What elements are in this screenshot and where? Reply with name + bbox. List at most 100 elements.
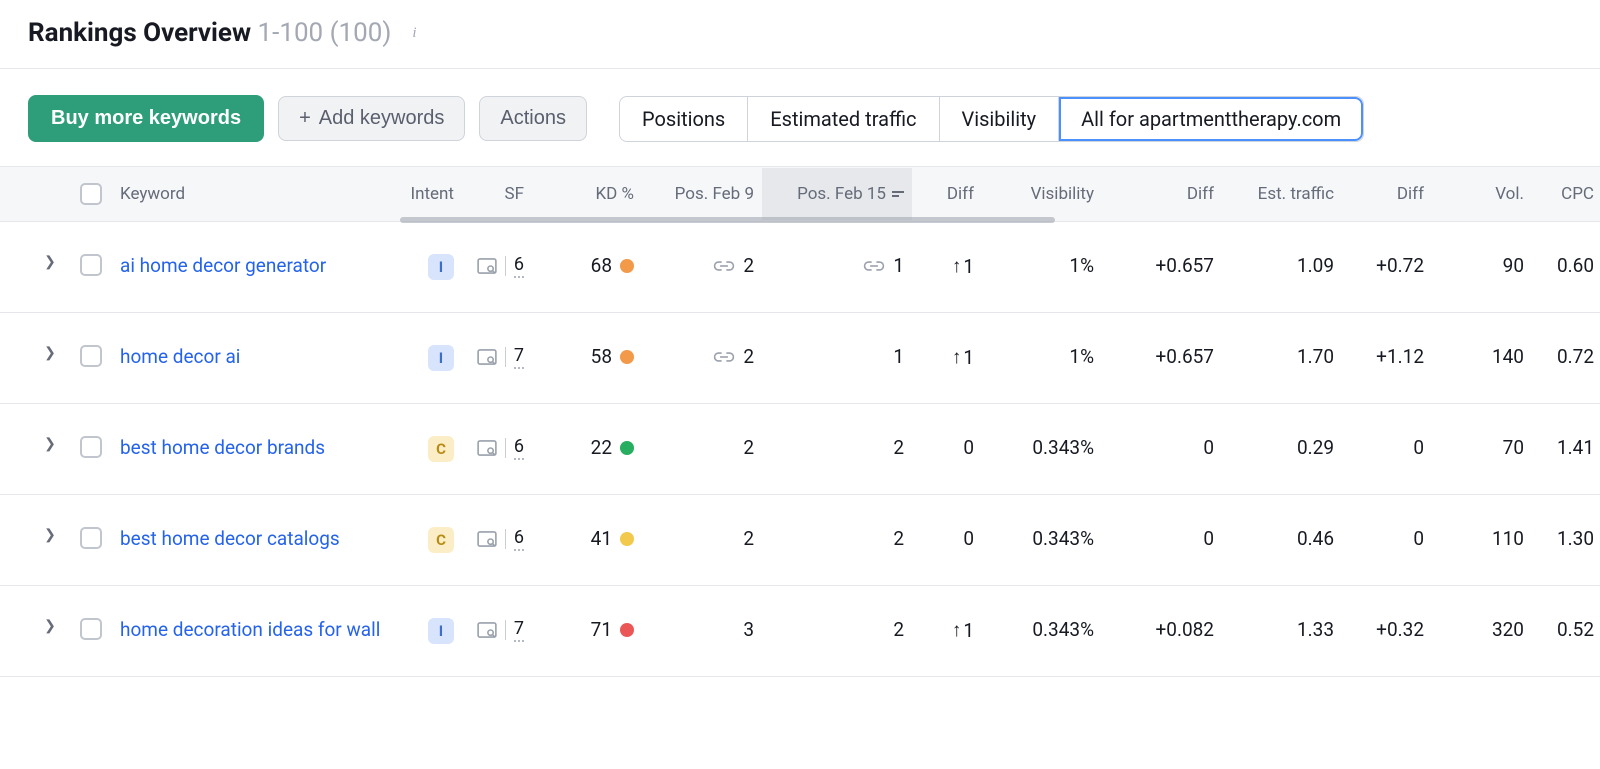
kd-dot-icon — [620, 350, 634, 364]
diff-traf-cell: +0.72 — [1342, 254, 1432, 277]
visibility-cell: 0.343% — [982, 527, 1102, 550]
expand-row-chevron[interactable]: ❯ — [28, 618, 72, 634]
diff-pos-cell: 1 — [912, 254, 982, 278]
serp-features-cell[interactable]: 6 — [462, 254, 532, 278]
pos-prev-cell: 2 — [642, 527, 762, 550]
keyword-link[interactable]: best home decor catalogs — [120, 527, 340, 550]
page-title: Rankings Overview 1-100 (100) — [28, 18, 391, 48]
tab-estimated-traffic[interactable]: Estimated traffic — [748, 97, 939, 141]
vol-cell: 140 — [1432, 345, 1532, 368]
link-icon — [713, 259, 735, 273]
tab-visibility[interactable]: Visibility — [940, 97, 1060, 141]
visibility-cell: 0.343% — [982, 436, 1102, 459]
info-icon[interactable]: i — [405, 24, 423, 42]
keyword-link[interactable]: ai home decor generator — [120, 254, 326, 277]
col-vol[interactable]: Vol. — [1432, 184, 1532, 204]
cpc-cell: 0.72 — [1532, 345, 1600, 368]
keyword-link[interactable]: best home decor brands — [120, 436, 325, 459]
row-checkbox[interactable] — [80, 436, 102, 458]
serp-features-cell[interactable]: 7 — [462, 618, 532, 642]
col-kd[interactable]: KD % — [532, 184, 642, 204]
intent-badge: I — [428, 618, 454, 644]
serp-features-icon — [477, 531, 497, 547]
kd-cell: 22 — [532, 436, 642, 459]
col-est-traffic[interactable]: Est. traffic — [1222, 184, 1342, 204]
row-checkbox[interactable] — [80, 345, 102, 367]
actions-button[interactable]: Actions — [479, 96, 587, 141]
col-pos-prev[interactable]: Pos. Feb 9 — [642, 184, 762, 204]
visibility-cell: 1% — [982, 345, 1102, 368]
serp-features-cell[interactable]: 6 — [462, 527, 532, 551]
col-diff-traf[interactable]: Diff — [1342, 184, 1432, 204]
visibility-cell: 0.343% — [982, 618, 1102, 641]
diff-pos-cell: 1 — [912, 618, 982, 642]
table-row: ❯best home decor catalogsC6412200.343%00… — [0, 495, 1600, 586]
serp-features-cell[interactable]: 7 — [462, 345, 532, 369]
pos-prev-cell: 2 — [642, 436, 762, 459]
diff-traf-cell: 0 — [1342, 527, 1432, 550]
link-icon — [863, 259, 885, 273]
serp-features-icon — [477, 622, 497, 638]
table-row: ❯home decoration ideas for wallI7713210.… — [0, 586, 1600, 677]
est-traffic-cell: 1.33 — [1222, 618, 1342, 641]
title-range: 1-100 (100) — [258, 18, 392, 48]
row-checkbox[interactable] — [80, 618, 102, 640]
diff-vis-cell: 0 — [1102, 436, 1222, 459]
table-row: ❯home decor aiI7582111%+0.6571.70+1.1214… — [0, 313, 1600, 404]
page-header: Rankings Overview 1-100 (100) i — [0, 0, 1600, 69]
keyword-link[interactable]: home decor ai — [120, 345, 240, 368]
tab-positions[interactable]: Positions — [620, 97, 748, 141]
kd-dot-icon — [620, 532, 634, 546]
serp-features-cell[interactable]: 6 — [462, 436, 532, 460]
vol-cell: 70 — [1432, 436, 1532, 459]
rankings-table: Keyword Intent SF KD % Pos. Feb 9 Pos. F… — [0, 166, 1600, 677]
toolbar: Buy more keywords + Add keywords Actions… — [0, 69, 1600, 166]
intent-badge: C — [428, 527, 454, 553]
est-traffic-cell: 1.09 — [1222, 254, 1342, 277]
intent-badge: I — [428, 345, 454, 371]
buy-keywords-button[interactable]: Buy more keywords — [28, 95, 264, 142]
horizontal-scrollbar[interactable] — [400, 217, 1055, 223]
plus-icon: + — [299, 107, 311, 130]
diff-traf-cell: 0 — [1342, 436, 1432, 459]
view-tabs: Positions Estimated traffic Visibility A… — [619, 96, 1364, 142]
intent-badge: C — [428, 436, 454, 462]
expand-row-chevron[interactable]: ❯ — [28, 254, 72, 270]
pos-prev-cell: 2 — [642, 345, 762, 368]
visibility-cell: 1% — [982, 254, 1102, 277]
add-keywords-label: Add keywords — [319, 107, 445, 130]
est-traffic-cell: 0.29 — [1222, 436, 1342, 459]
serp-features-icon — [477, 258, 497, 274]
cpc-cell: 0.60 — [1532, 254, 1600, 277]
expand-row-chevron[interactable]: ❯ — [28, 527, 72, 543]
col-intent[interactable]: Intent — [392, 184, 462, 204]
row-checkbox[interactable] — [80, 527, 102, 549]
expand-row-chevron[interactable]: ❯ — [28, 436, 72, 452]
diff-pos-cell: 1 — [912, 345, 982, 369]
col-diff-vis[interactable]: Diff — [1102, 184, 1222, 204]
kd-dot-icon — [620, 623, 634, 637]
select-all-checkbox[interactable] — [80, 183, 102, 205]
expand-row-chevron[interactable]: ❯ — [28, 345, 72, 361]
row-checkbox[interactable] — [80, 254, 102, 276]
keyword-link[interactable]: home decoration ideas for wall — [120, 618, 380, 641]
tab-all-for-domain[interactable]: All for apartmenttherapy.com — [1059, 97, 1363, 141]
vol-cell: 320 — [1432, 618, 1532, 641]
diff-vis-cell: +0.657 — [1102, 254, 1222, 277]
col-sf[interactable]: SF — [462, 184, 532, 204]
diff-pos-cell: 0 — [912, 527, 982, 550]
add-keywords-button[interactable]: + Add keywords — [278, 96, 465, 141]
pos-prev-cell: 2 — [642, 254, 762, 277]
link-icon — [713, 350, 735, 364]
col-pos-cur[interactable]: Pos. Feb 15 — [762, 168, 912, 220]
col-diff-pos[interactable]: Diff — [912, 184, 982, 204]
table-header: Keyword Intent SF KD % Pos. Feb 9 Pos. F… — [0, 167, 1600, 222]
intent-badge: I — [428, 254, 454, 280]
diff-vis-cell: 0 — [1102, 527, 1222, 550]
kd-cell: 71 — [532, 618, 642, 641]
col-keyword[interactable]: Keyword — [112, 184, 392, 204]
cpc-cell: 1.41 — [1532, 436, 1600, 459]
title-text: Rankings Overview — [28, 18, 251, 48]
col-cpc[interactable]: CPC — [1532, 184, 1600, 204]
col-visibility[interactable]: Visibility — [982, 184, 1102, 204]
